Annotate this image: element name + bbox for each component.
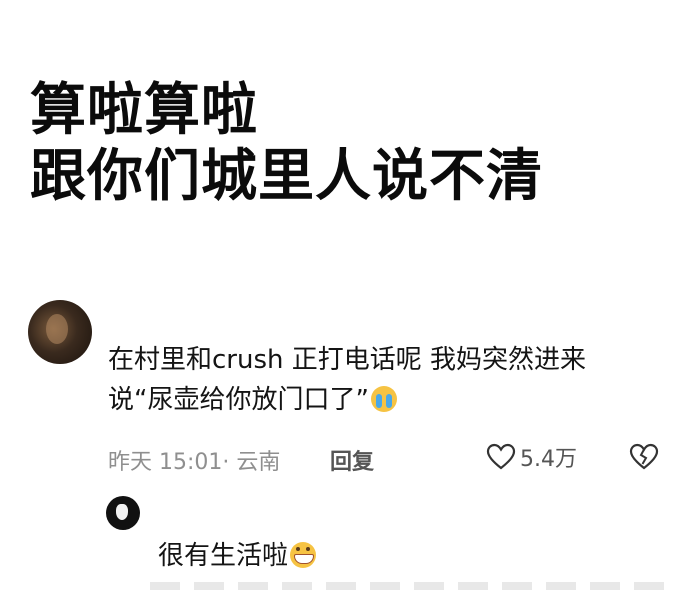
reply-avatar-icon[interactable] [106, 496, 140, 530]
like-button[interactable]: 5.4万 [486, 440, 577, 474]
heart-outline-icon [486, 443, 516, 470]
comment-text-line-2-wrapper: 说“尿壶给你放门口了” [108, 380, 668, 420]
headline-line-1: 算啦算啦 [30, 78, 258, 143]
reply-button[interactable]: 回复 [330, 444, 374, 476]
comment-item: 在村里和crush 正打电话呢 我妈突然进来 说“尿壶给你放门口了” 昨天 15… [0, 290, 690, 590]
comment-text-line-2: 说“尿壶给你放门口了” [108, 385, 369, 415]
grinning-face-icon [290, 542, 317, 568]
reply-text: 很有生活啦 [158, 541, 289, 571]
reply-item: 很有生活啦 [0, 490, 690, 590]
like-count: 5.4万 [520, 447, 577, 472]
headline: 算啦算啦 跟你们城里人说不清 [30, 78, 670, 210]
comment-meta: 昨天 15:01· 云南 回复 5.4万 [108, 440, 668, 476]
comment-text: 在村里和crush 正打电话呢 我妈突然进来 说“尿壶给你放门口了” [108, 340, 668, 420]
user-avatar-icon[interactable] [28, 300, 92, 364]
comment-text-line-1: 在村里和crush 正打电话呢 我妈突然进来 [108, 345, 587, 375]
crying-face-icon [370, 386, 397, 412]
dislike-button[interactable] [628, 440, 660, 474]
reply-text-wrapper: 很有生活啦 [158, 538, 317, 574]
comment-time-location: 昨天 15:01· 云南 [108, 450, 281, 475]
broken-heart-icon [629, 443, 659, 470]
next-comment-cutoff [150, 582, 670, 590]
headline-line-2: 跟你们城里人说不清 [30, 144, 543, 209]
